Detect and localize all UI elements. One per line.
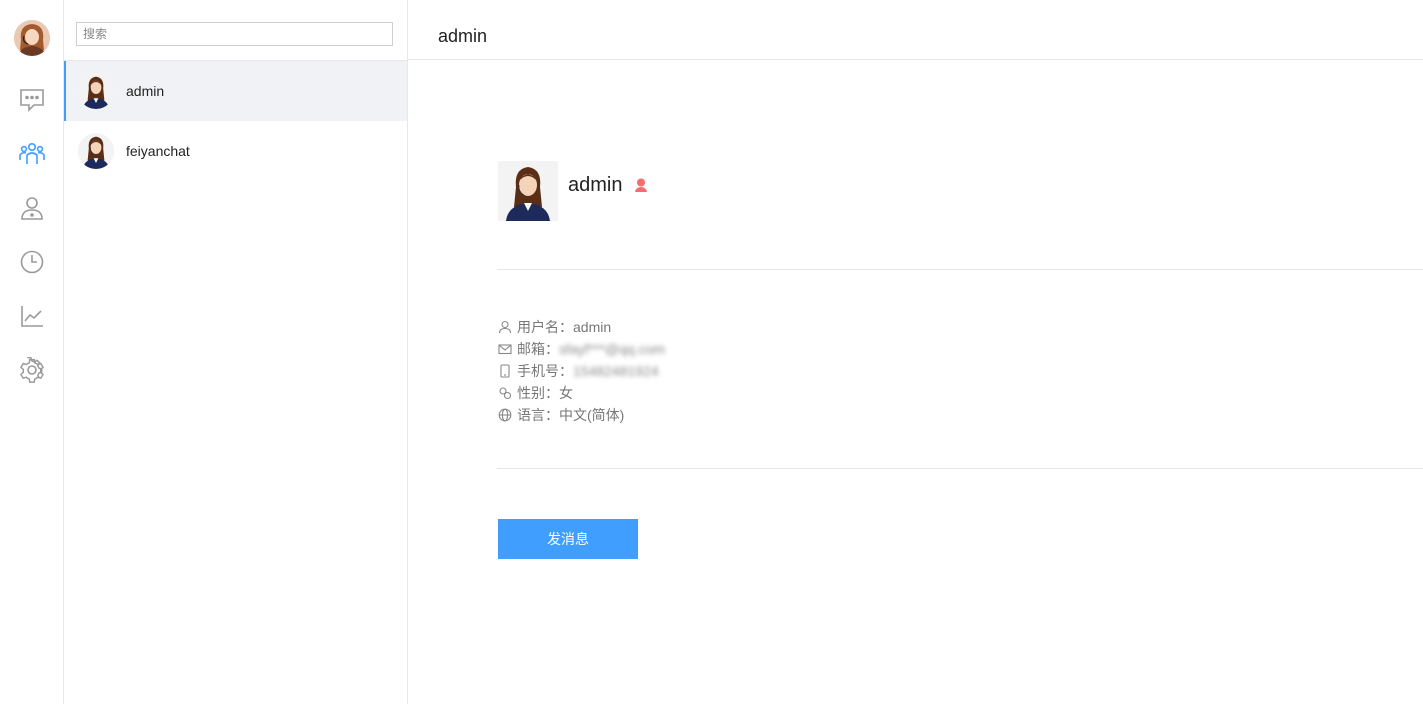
- detail-header: admin: [408, 0, 1423, 60]
- info-label: 邮箱：: [517, 341, 559, 357]
- info-label: 语言：: [517, 407, 559, 423]
- info-row-phone: 手机号： 15482481924: [498, 360, 665, 382]
- chart-icon[interactable]: [16, 300, 48, 332]
- info-row-language: 语言： 中文(简体): [498, 404, 665, 426]
- profile-info: 用户名： admin 邮箱： sfayf***@qq.com 手机号： 1548248…: [498, 316, 665, 426]
- divider: [497, 468, 1423, 469]
- clock-icon[interactable]: [16, 246, 48, 278]
- info-value: 女: [559, 385, 573, 401]
- phone-icon: [498, 364, 512, 378]
- mail-icon: [498, 342, 512, 356]
- info-label: 手机号：: [517, 363, 573, 379]
- info-label: 用户名：: [517, 319, 573, 335]
- gender-icon: [498, 386, 512, 400]
- search-input[interactable]: [76, 22, 393, 46]
- female-icon: [633, 177, 649, 193]
- contact-item-feiyanchat[interactable]: feiyanchat: [64, 121, 407, 181]
- info-row-email: 邮箱： sfayf***@qq.com: [498, 338, 665, 360]
- divider: [497, 269, 1423, 270]
- contact-name: feiyanchat: [126, 143, 190, 159]
- avatar: [78, 73, 114, 109]
- contacts-icon[interactable]: [16, 138, 48, 170]
- info-label: 性别：: [517, 385, 559, 401]
- profile-name: admin: [568, 174, 623, 196]
- user-icon: [498, 320, 512, 334]
- info-value: 中文(简体): [559, 407, 625, 423]
- contact-list-panel: admin feiyanchat: [64, 0, 408, 704]
- chat-icon[interactable]: [16, 83, 48, 115]
- nav-rail: [0, 0, 64, 704]
- info-value: sfayf***@qq.com: [559, 341, 666, 357]
- page-title: admin: [438, 26, 488, 46]
- avatar: [78, 133, 114, 169]
- info-value: admin: [573, 319, 612, 335]
- globe-icon: [498, 408, 512, 422]
- profile-avatar: [498, 161, 558, 221]
- contact-item-admin[interactable]: admin: [64, 61, 407, 121]
- gear-icon[interactable]: [16, 354, 48, 386]
- info-value: 15482481924: [573, 363, 659, 379]
- user-avatar-icon[interactable]: [14, 20, 50, 56]
- send-message-button[interactable]: 发消息: [498, 519, 638, 559]
- info-row-username: 用户名： admin: [498, 316, 665, 338]
- user-icon[interactable]: [16, 192, 48, 224]
- contact-name: admin: [126, 83, 165, 99]
- info-row-gender: 性别：女: [498, 382, 665, 404]
